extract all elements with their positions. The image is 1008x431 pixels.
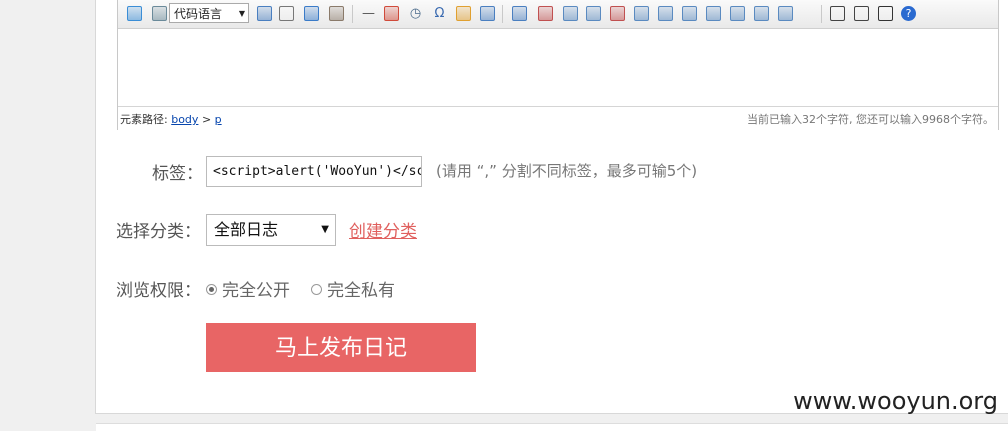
privacy-public-radio[interactable]: 完全公开 [206,276,290,301]
split-row-icon[interactable] [730,6,745,21]
horizontal-rule-icon[interactable]: — [361,6,376,21]
privacy-private-label: 完全私有 [327,281,395,301]
tags-hint: (请用 “,” 分割不同标签，最多可输5个) [436,162,698,180]
merge-cells-icon[interactable] [682,6,697,21]
template-icon[interactable] [304,6,319,21]
chevron-down-icon: ▼ [238,9,245,18]
delete-row-icon[interactable] [634,6,649,21]
watermark-text: www.wooyun.org [793,387,998,415]
create-category-link[interactable]: 创建分类 [349,217,417,242]
caret-down-icon: ▼ [321,224,329,235]
code-language-label: 代码语言 [174,7,223,21]
split-col-icon[interactable] [754,6,769,21]
code-language-select[interactable]: 代码语言 ▼ [169,3,249,23]
element-path-label: 元素路径: [120,113,168,126]
tags-input[interactable]: <script>alert('WooYun')</scrip [206,156,422,187]
radio-selected-icon [206,283,217,295]
print-icon[interactable] [830,6,845,21]
emoticon-icon[interactable] [456,6,471,21]
split-cells-icon[interactable] [706,6,721,21]
editor-toolbar: 代码语言 ▼ — ◷ Ω? [118,0,998,29]
preview-icon[interactable] [854,6,869,21]
clock-icon[interactable]: ◷ [408,6,423,21]
media-icon[interactable] [329,6,344,21]
flash-icon[interactable] [257,6,272,21]
delete-table-icon[interactable] [778,6,793,21]
path-body-link[interactable]: body [171,113,198,126]
path-separator: > [201,113,212,126]
publish-diary-button[interactable]: 马上发布日记 [206,323,476,372]
image-icon[interactable] [127,6,142,21]
page-break-icon[interactable] [279,6,294,21]
paste-word-icon[interactable] [480,6,495,21]
cell-props-icon[interactable] [563,6,578,21]
toolbar-separator [821,5,822,23]
document-icon[interactable] [152,6,167,21]
help-icon[interactable]: ? [901,6,916,21]
insert-col-icon[interactable] [610,6,625,21]
privacy-private-radio[interactable]: 完全私有 [311,276,395,301]
insert-row-icon[interactable] [586,6,601,21]
radio-unselected-icon [311,283,322,295]
privacy-public-label: 完全公开 [222,281,290,301]
editor-status-bar: 元素路径: body > p 当前已输入32个字符, 您还可以输入9968个字符… [118,106,998,130]
path-p-link[interactable]: p [215,113,222,126]
toolbar-separator [352,5,353,23]
category-select[interactable]: 全部日志 ▼ [206,214,336,246]
category-selected: 全部日志 [214,220,279,239]
table-props-icon[interactable] [538,6,553,21]
category-label: 选择分类： [116,222,201,242]
char-count: 当前已输入32个字符, 您还可以输入9968个字符。 [747,113,994,126]
tags-label: 标签： [152,164,203,184]
special-char-icon[interactable]: Ω [432,6,447,21]
element-path: 元素路径: body > p [120,111,222,127]
search-replace-icon[interactable] [878,6,893,21]
table-icon[interactable] [512,6,527,21]
calendar-icon[interactable] [384,6,399,21]
editor-body[interactable] [118,29,998,106]
toolbar-separator [502,5,503,23]
rich-text-editor: 代码语言 ▼ — ◷ Ω? 元素路径: body > p 当前已输入32个字符, 您… [117,0,999,130]
delete-col-icon[interactable] [658,6,673,21]
privacy-label: 浏览权限： [116,281,201,301]
